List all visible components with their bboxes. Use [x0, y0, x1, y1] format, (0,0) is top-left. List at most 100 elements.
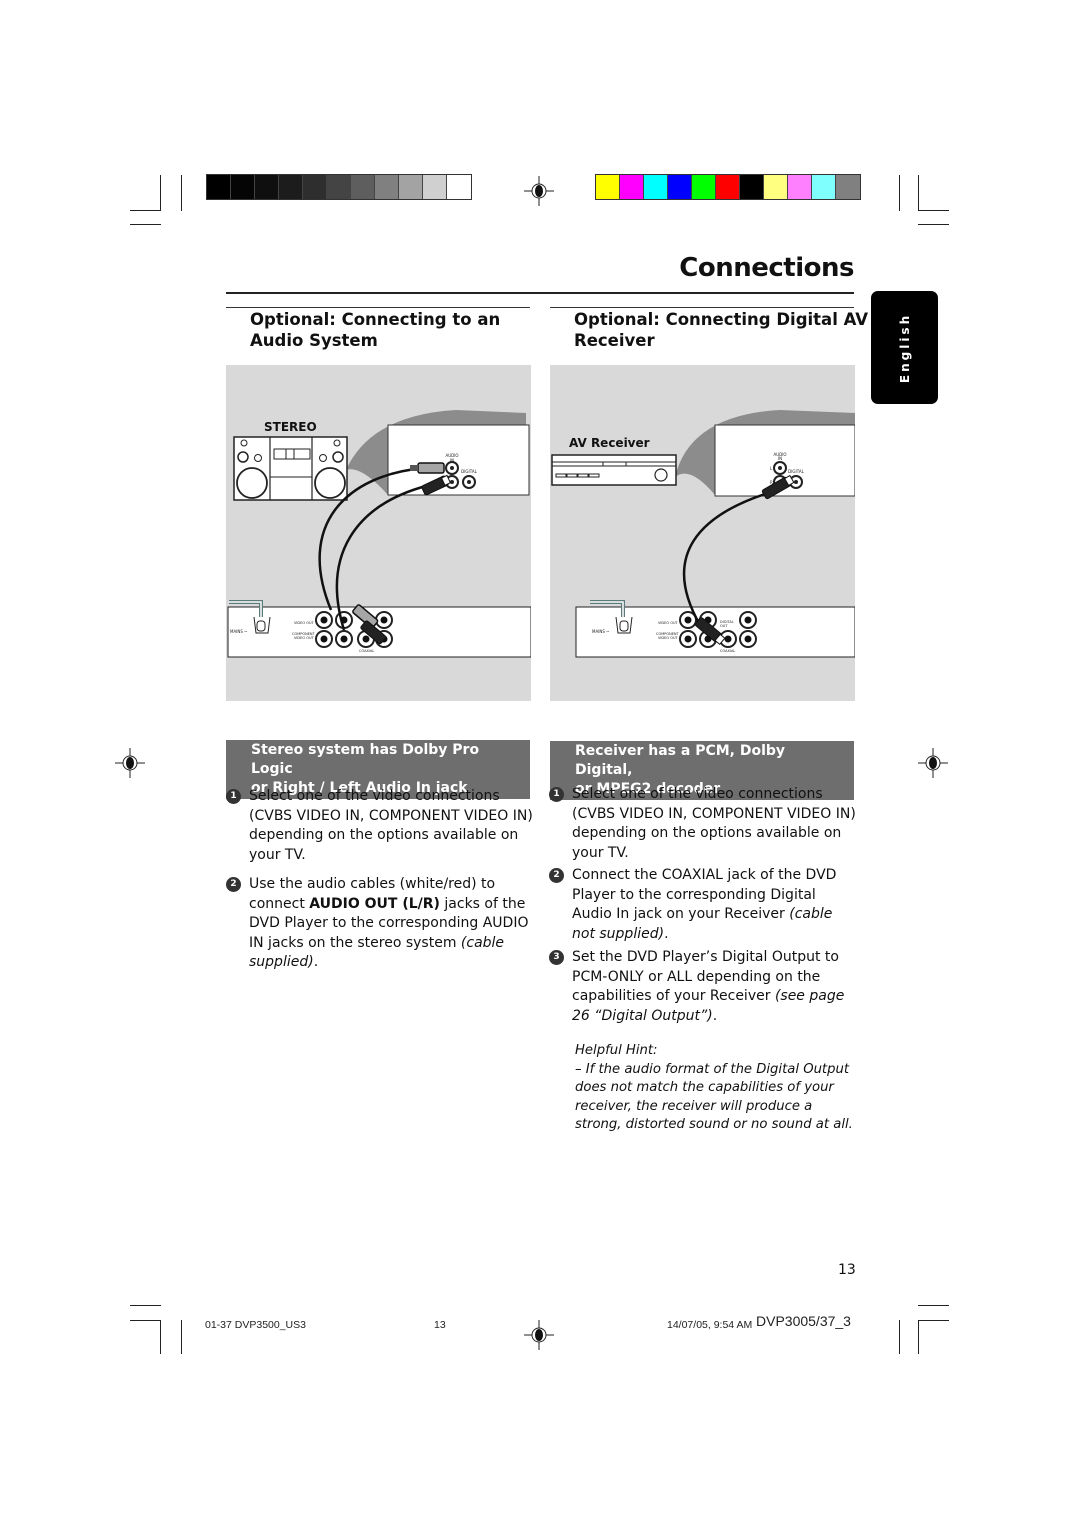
jack-label: MAINS ~ — [230, 629, 248, 634]
jack-label: DIGITAL — [788, 469, 804, 474]
heading-line: Optional: Connecting to an — [250, 310, 501, 329]
crop-mark — [918, 210, 949, 211]
jack-icon — [445, 461, 459, 475]
subheading-line: Stereo system has Dolby Pro Logic — [251, 742, 480, 777]
step-number-icon: 2 — [226, 877, 241, 892]
jack-icon — [375, 611, 393, 629]
grayscale-swatch — [423, 175, 447, 199]
stereo-connection-diagram: AUDIO IN DIGITAL MAINS ~ VIDEO OUT COMPO… — [226, 365, 531, 701]
jack-icon — [315, 611, 333, 629]
crop-mark — [918, 175, 919, 211]
jack-label: DIGITAL — [461, 469, 477, 474]
step-text: Select one of the video connections (CVB… — [572, 786, 856, 861]
footer-timestamp: 14/07/05, 9:54 AM — [667, 1319, 753, 1331]
color-swatch — [836, 175, 860, 199]
stereo-device-icon — [233, 436, 348, 501]
jack-icon — [739, 630, 757, 648]
step-item: 2 Use the audio cables (white/red) to co… — [226, 875, 529, 973]
grayscale-swatch — [279, 175, 303, 199]
step-text: . — [313, 954, 319, 970]
crop-mark — [130, 1320, 161, 1321]
grayscale-swatch — [447, 175, 471, 199]
right-section-heading: Optional: Connecting Digital AV Receiver — [574, 309, 868, 351]
step-item: 2 Connect the COAXIAL jack of the DVD Pl… — [549, 866, 854, 944]
step-item: 1 Select one of the video connections (C… — [549, 785, 857, 863]
jack-icon — [462, 475, 476, 489]
registration-mark-icon — [918, 748, 948, 778]
color-swatch — [740, 175, 764, 199]
footer-model: DVP3005/37_3 — [756, 1313, 851, 1329]
grayscale-swatch — [231, 175, 255, 199]
crop-mark — [160, 175, 161, 211]
step-text: . — [712, 1007, 718, 1024]
jack-label: COAXIAL — [720, 649, 735, 653]
registration-mark-icon — [115, 748, 145, 778]
registration-mark-icon — [524, 1320, 554, 1350]
crop-mark — [181, 1320, 182, 1354]
jack-label: VIDEO OUT — [294, 621, 315, 625]
subheading-line: Receiver has a PCM, Dolby Digital, — [575, 743, 786, 778]
page-number: 13 — [838, 1262, 856, 1278]
color-swatch — [764, 175, 788, 199]
av-receiver-label: AV Receiver — [569, 436, 650, 450]
stereo-label: STEREO — [264, 420, 317, 434]
color-swatch — [668, 175, 692, 199]
grayscale-swatch — [399, 175, 423, 199]
grayscale-calibration-bar — [206, 174, 472, 200]
jack-label: MAINS ~ — [592, 629, 610, 634]
color-swatch — [812, 175, 836, 199]
color-swatch — [692, 175, 716, 199]
heading-line: Optional: Connecting Digital AV — [574, 310, 869, 329]
crop-mark — [918, 1320, 949, 1321]
color-swatch — [716, 175, 740, 199]
footer-file: 01-37 DVP3500_US3 — [205, 1319, 306, 1331]
footer-page: 13 — [434, 1319, 446, 1331]
crop-mark — [899, 1320, 900, 1354]
hint-title: Helpful Hint: — [575, 1043, 658, 1058]
crop-mark — [130, 224, 161, 225]
grayscale-swatch — [351, 175, 375, 199]
jack-label: VIDEO OUT — [658, 621, 679, 625]
step-text: . — [664, 925, 669, 942]
hint-text: – If the audio format of the Digital Out… — [575, 1061, 853, 1133]
crop-mark — [130, 1305, 161, 1306]
step-number-icon: 2 — [549, 868, 564, 883]
jack-icon — [335, 630, 353, 648]
jack-icon — [773, 461, 787, 475]
step-text-bold: AUDIO OUT (L/R) — [309, 895, 440, 912]
av-receiver-connection-diagram: AUDIO IN L R DIGITAL MAINS ~ VIDEO OUT C… — [550, 365, 855, 701]
crop-mark — [918, 1320, 919, 1354]
jack-icon — [315, 630, 333, 648]
crop-mark — [899, 175, 900, 211]
step-text: Select one of the video connections (CVB… — [249, 788, 533, 863]
jack-label: VIDEO OUT — [658, 636, 679, 640]
grayscale-swatch — [207, 175, 231, 199]
crop-mark — [160, 1320, 161, 1354]
av-receiver-icon — [551, 454, 677, 486]
jack-label: COAXIAL — [359, 649, 374, 653]
left-section-heading: Optional: Connecting to an Audio System — [250, 309, 500, 351]
step-item: 1 Select one of the video connections (C… — [226, 787, 534, 865]
jack-label: IN — [450, 458, 454, 463]
jack-icon — [679, 630, 697, 648]
step-number-icon: 1 — [549, 787, 564, 802]
step-item: 3 Set the DVD Player’s Digital Output to… — [549, 948, 857, 1026]
language-tab: English — [871, 291, 938, 404]
color-swatch — [596, 175, 620, 199]
coaxial-cable — [682, 491, 769, 626]
jack-label: VIDEO OUT — [294, 636, 315, 640]
section-divider — [550, 307, 854, 308]
jack-label: IN — [778, 456, 782, 461]
color-swatch — [788, 175, 812, 199]
jack-icon — [739, 611, 757, 629]
grayscale-swatch — [303, 175, 327, 199]
section-divider — [226, 307, 530, 308]
crop-mark — [130, 210, 161, 211]
registration-mark-icon — [524, 176, 554, 206]
step-number-icon: 3 — [549, 950, 564, 965]
helpful-hint: Helpful Hint: – If the audio format of t… — [575, 1042, 860, 1135]
crop-mark — [918, 1305, 949, 1306]
step-number-icon: 1 — [226, 789, 241, 804]
heading-line: Receiver — [574, 331, 655, 350]
language-tab-label: English — [897, 312, 912, 383]
